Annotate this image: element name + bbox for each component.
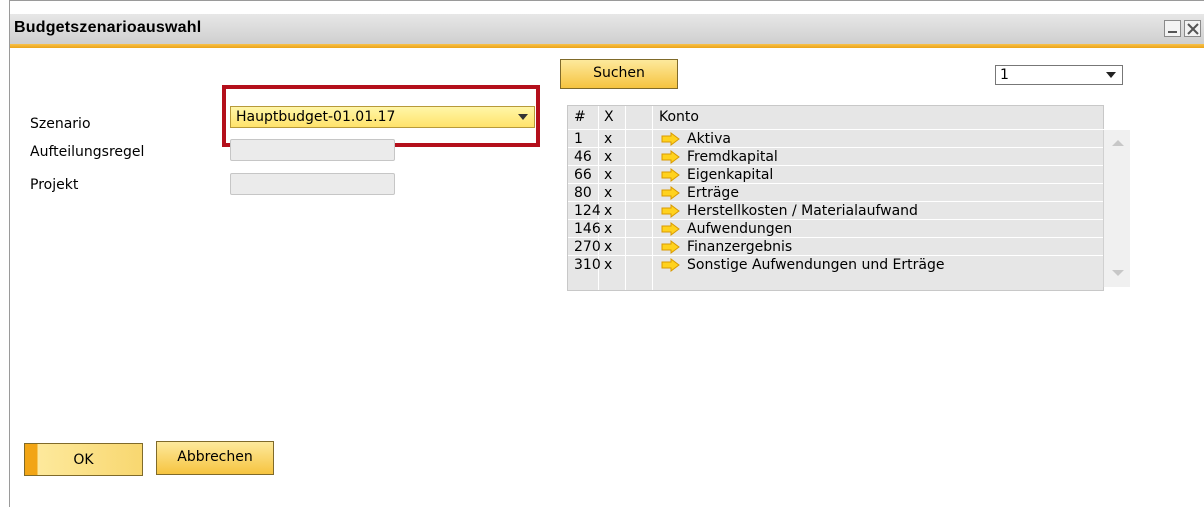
table-row[interactable]: 66 x Eigenkapital bbox=[568, 165, 1106, 184]
table-row[interactable]: 270 x Finanzergebnis bbox=[568, 237, 1106, 256]
yellow-arrow-icon[interactable] bbox=[661, 186, 681, 200]
row-number: 270 bbox=[574, 239, 601, 255]
title-bar[interactable]: Budgetszenarioauswahl bbox=[10, 14, 1204, 44]
ok-button[interactable]: OK bbox=[24, 443, 143, 476]
row-x: x bbox=[604, 257, 613, 273]
cancel-button-label: Abbrechen bbox=[177, 449, 253, 465]
yellow-arrow-icon[interactable] bbox=[661, 240, 681, 254]
yellow-arrow-icon[interactable] bbox=[661, 258, 681, 272]
row-x: x bbox=[604, 203, 613, 219]
budget-scenario-dialog: Budgetszenarioauswahl Szenario Hauptbudg… bbox=[9, 0, 1204, 507]
grid-header: # X Konto bbox=[568, 108, 1103, 126]
row-x: x bbox=[604, 221, 613, 237]
row-konto: Eigenkapital bbox=[687, 167, 774, 183]
table-row[interactable]: 80 x Erträge bbox=[568, 183, 1106, 202]
row-x: x bbox=[604, 131, 613, 147]
szenario-label: Szenario bbox=[30, 116, 91, 132]
account-grid: # X Konto 1 x Aktiva 46 x Fremdkapital 6… bbox=[567, 105, 1106, 291]
close-icon bbox=[1187, 23, 1199, 35]
row-konto: Sonstige Aufwendungen und Erträge bbox=[687, 257, 945, 273]
row-konto: Herstellkosten / Materialaufwand bbox=[687, 203, 918, 219]
row-number: 46 bbox=[574, 149, 592, 165]
row-number: 1 bbox=[574, 131, 583, 147]
row-number: 124 bbox=[574, 203, 601, 219]
table-row[interactable]: 46 x Fremdkapital bbox=[568, 147, 1106, 166]
row-number: 146 bbox=[574, 221, 601, 237]
ok-button-label: OK bbox=[73, 452, 94, 468]
row-x: x bbox=[604, 239, 613, 255]
scroll-down-icon[interactable] bbox=[1112, 270, 1124, 276]
row-konto: Finanzergebnis bbox=[687, 239, 793, 255]
search-button[interactable]: Suchen bbox=[560, 59, 678, 89]
row-x: x bbox=[604, 185, 613, 201]
header-x[interactable]: X bbox=[604, 108, 614, 126]
row-konto: Aktiva bbox=[687, 131, 731, 147]
projekt-field[interactable] bbox=[230, 173, 395, 195]
row-number: 66 bbox=[574, 167, 592, 183]
table-row[interactable]: 1 x Aktiva bbox=[568, 129, 1106, 148]
yellow-arrow-icon[interactable] bbox=[661, 168, 681, 182]
yellow-arrow-icon[interactable] bbox=[661, 204, 681, 218]
row-number: 80 bbox=[574, 185, 592, 201]
table-row[interactable]: 146 x Aufwendungen bbox=[568, 219, 1106, 238]
minimize-button[interactable] bbox=[1164, 20, 1181, 37]
title-accent-line bbox=[10, 44, 1204, 48]
row-number: 310 bbox=[574, 257, 601, 273]
aufteilungsregel-label: Aufteilungsregel bbox=[30, 144, 145, 160]
yellow-arrow-icon[interactable] bbox=[661, 222, 681, 236]
chevron-down-icon[interactable] bbox=[1106, 72, 1116, 78]
search-button-label: Suchen bbox=[593, 65, 645, 81]
yellow-arrow-icon[interactable] bbox=[661, 132, 681, 146]
close-button[interactable] bbox=[1184, 20, 1201, 37]
grid-scrollbar[interactable] bbox=[1103, 130, 1130, 287]
cancel-button[interactable]: Abbrechen bbox=[156, 441, 274, 475]
projekt-label: Projekt bbox=[30, 177, 79, 193]
aufteilungsregel-field[interactable] bbox=[230, 139, 395, 161]
scroll-up-icon[interactable] bbox=[1112, 140, 1124, 146]
window-title: Budgetszenarioauswahl bbox=[14, 19, 202, 36]
level-value: 1 bbox=[1000, 67, 1009, 83]
highlight-frame bbox=[222, 85, 540, 147]
table-row[interactable]: 124 x Herstellkosten / Materialaufwand bbox=[568, 201, 1106, 220]
header-konto[interactable]: Konto bbox=[659, 108, 699, 126]
table-row[interactable]: 310 x Sonstige Aufwendungen und Erträge bbox=[568, 255, 1106, 274]
row-konto: Erträge bbox=[687, 185, 739, 201]
row-x: x bbox=[604, 167, 613, 183]
row-konto: Aufwendungen bbox=[687, 221, 793, 237]
row-konto: Fremdkapital bbox=[687, 149, 778, 165]
row-x: x bbox=[604, 149, 613, 165]
yellow-arrow-icon[interactable] bbox=[661, 150, 681, 164]
header-number[interactable]: # bbox=[574, 108, 586, 126]
level-select[interactable]: 1 bbox=[995, 65, 1123, 85]
